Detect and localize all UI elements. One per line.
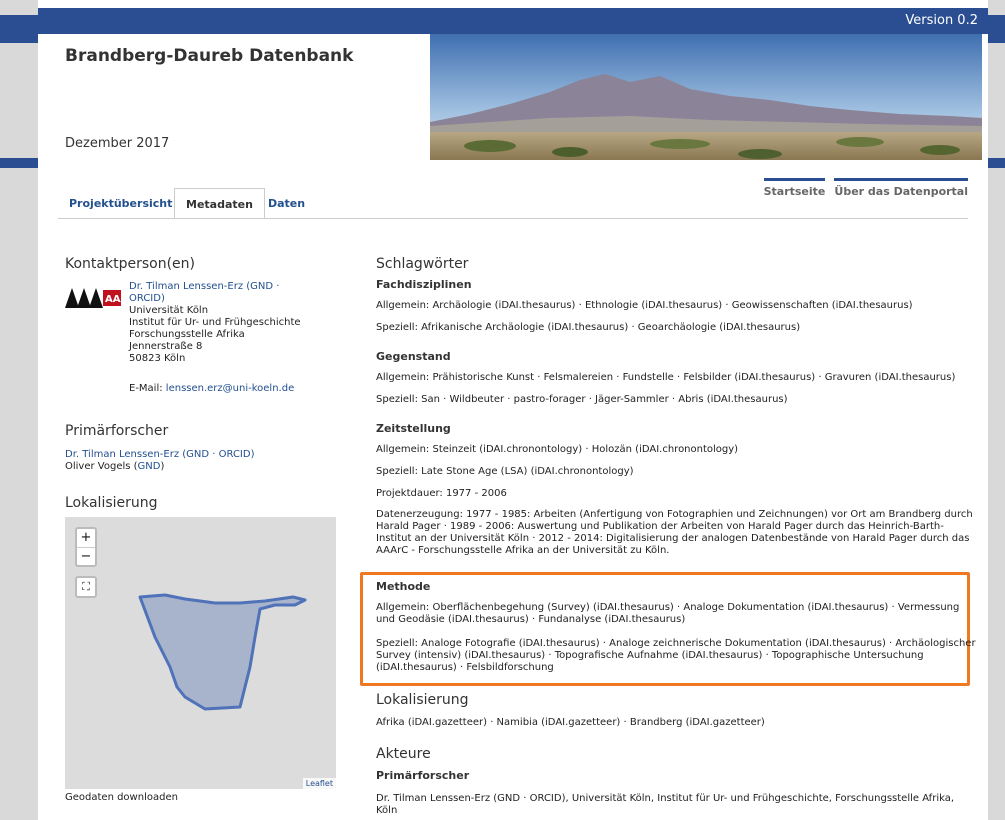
erz-line3: Institut an der Universität Köln · 2012 … — [376, 533, 970, 544]
nav-ueber-datenportal[interactable]: Über das Datenportal — [834, 178, 968, 198]
kontakt-heading: Kontaktperson(en) — [65, 256, 195, 272]
akteure-text: Dr. Tilman Lenssen-Erz (GND · ORCID), Un… — [376, 793, 954, 817]
geodaten-download-link[interactable]: Geodaten downloaden — [65, 792, 178, 804]
meth-allg-line1: Oberflächenbegehung (Survey) (iDAI.thesa… — [432, 602, 960, 613]
kontakt-address: Dr. Tilman Lenssen-Erz (GND · ORCID) Uni… — [129, 281, 301, 365]
gegen-allgemein: Allgemein: Prähistorische Kunst · Felsma… — [376, 372, 955, 384]
lokal-right-text: Afrika (iDAI.gazetteer) · Namibia (iDAI.… — [376, 717, 765, 728]
site-header: Version 0.2 Brandberg-Daureb Datenbank D… — [38, 8, 988, 160]
fach-heading: Fachdisziplinen — [376, 278, 472, 291]
meth-spez-label: Speziell: — [376, 638, 422, 649]
erz-line2: Harald Pager · 1989 - 2006: Auswertung u… — [376, 521, 944, 532]
zoom-in-button[interactable]: + — [77, 529, 95, 547]
kontakt-name-link[interactable]: Dr. Tilman Lenssen-Erz (GND · — [129, 281, 301, 293]
fach-spez-label: Speziell: — [376, 322, 422, 333]
namibia-polygon — [138, 593, 307, 711]
gegen-allg-value: Prähistorische Kunst · Felsmalereien · F… — [432, 372, 956, 383]
kontakt-org1: Universität Köln — [129, 305, 209, 316]
header-bar: Version 0.2 — [38, 8, 988, 34]
primaer-line2-end: ) — [160, 461, 165, 472]
tab-divider — [58, 218, 968, 219]
zeit-spez-label: Speziell: — [376, 466, 422, 477]
gegen-speziell: Speziell: San · Wildbeuter · pastro-fora… — [376, 394, 788, 406]
kontakt-email-line: E-Mail: lenssen.erz@uni-koeln.de — [129, 383, 294, 395]
meth-spez-line1: Analoge Fotografie (iDAI.thesaurus) · An… — [421, 638, 976, 649]
fullscreen-icon[interactable]: ⛶ — [75, 576, 97, 598]
zeit-allg-label: Allgemein: — [376, 444, 433, 455]
version-label: Version 0.2 — [905, 13, 978, 28]
email-link[interactable]: lenssen.erz@uni-koeln.de — [166, 383, 294, 394]
meth-spez-line3: (iDAI.thesaurus) · Felsbildforschung — [376, 662, 554, 673]
page-container: Version 0.2 Brandberg-Daureb Datenbank D… — [38, 0, 988, 820]
zeit-allg-value: Steinzeit (iDAI.chronontology) · Holozän… — [432, 444, 739, 455]
gegen-spez-label: Speziell: — [376, 394, 422, 405]
meth-allg-label: Allgemein: — [376, 602, 433, 613]
tab-daten[interactable]: Daten — [257, 188, 316, 219]
site-date: Dezember 2017 — [65, 136, 170, 151]
projektdauer: Projektdauer: 1977 - 2006 — [376, 488, 507, 499]
lokal-right-heading: Lokalisierung — [376, 692, 469, 708]
top-nav: Startseite Über das Datenportal — [755, 178, 968, 198]
zeit-spez-value: Late Stone Age (LSA) (iDAI.chronontology… — [421, 466, 634, 477]
lokal-left-heading: Lokalisierung — [65, 495, 158, 511]
kontakt-orcid-link[interactable]: ORCID) — [129, 293, 301, 305]
aaarc-logo: AAArC — [65, 286, 141, 308]
kontakt-org3: Forschungsstelle Afrika — [129, 329, 245, 340]
primaer-list: Dr. Tilman Lenssen-Erz (GND · ORCID) Oli… — [65, 449, 254, 473]
gegen-spez-value: San · Wildbeuter · pastro-forager · Jäge… — [421, 394, 788, 405]
site-title: Brandberg-Daureb Datenbank — [65, 46, 354, 66]
fach-speziell: Speziell: Afrikanische Archäologie (iDAI… — [376, 322, 800, 334]
gegen-allg-label: Allgemein: — [376, 372, 433, 383]
gegen-heading: Gegenstand — [376, 350, 451, 363]
kontakt-street: Jennerstraße 8 — [129, 341, 203, 352]
erz-line4: AAArC - Forschungsstelle Afrika an der U… — [376, 545, 670, 556]
tab-projektuebersicht[interactable]: Projektübersicht — [58, 188, 183, 219]
leaflet-attribution[interactable]: Leaflet — [302, 778, 336, 789]
akteure-primaer-heading: Primärforscher — [376, 769, 470, 782]
fach-allgemein: Allgemein: Archäologie (iDAI.thesaurus) … — [376, 300, 913, 312]
gnd-link[interactable]: GND — [138, 461, 161, 472]
erz-line1: Datenerzeugung: 1977 - 1985: Arbeiten (A… — [376, 509, 973, 520]
zeit-speziell: Speziell: Late Stone Age (LSA) (iDAI.chr… — [376, 466, 634, 478]
primaer-line2-name: Oliver Vogels ( — [65, 461, 138, 472]
methode-speziell: Speziell: Analoge Fotografie (iDAI.thesa… — [376, 638, 976, 674]
schlag-heading: Schlagwörter — [376, 256, 469, 272]
datenerzeugung: Datenerzeugung: 1977 - 1985: Arbeiten (A… — [376, 509, 973, 557]
zoom-control: + − — [75, 527, 97, 567]
kontakt-org2: Institut für Ur- und Frühgeschichte — [129, 317, 301, 328]
email-label: E-Mail: — [129, 383, 166, 394]
akteure-line2: Köln — [376, 805, 398, 816]
meth-spez-line2: Survey (intensiv) (iDAI.thesaurus) · Top… — [376, 650, 924, 661]
zoom-out-button[interactable]: − — [77, 547, 95, 565]
akteure-line1: Dr. Tilman Lenssen-Erz (GND · ORCID), Un… — [376, 793, 955, 804]
tab-metadaten[interactable]: Metadaten — [174, 188, 265, 219]
akteure-heading: Akteure — [376, 746, 431, 762]
methode-heading: Methode — [376, 580, 431, 593]
methode-allgemein: Allgemein: Oberflächenbegehung (Survey) … — [376, 602, 959, 626]
zeit-heading: Zeitstellung — [376, 422, 451, 435]
fach-spez-value: Afrikanische Archäologie (iDAI.thesaurus… — [421, 322, 801, 333]
primaer-heading: Primärforscher — [65, 423, 169, 439]
meth-allg-line2: und Geodäsie (iDAI.thesaurus) · Fundanal… — [376, 614, 686, 625]
map-view[interactable]: + − ⛶ Leaflet — [65, 517, 336, 789]
nav-startseite[interactable]: Startseite — [763, 178, 826, 198]
landscape-banner-image — [430, 34, 982, 160]
primaer-line1[interactable]: Dr. Tilman Lenssen-Erz (GND · ORCID) — [65, 449, 254, 461]
fach-allg-label: Allgemein: — [376, 300, 433, 311]
fach-allg-value: Archäologie (iDAI.thesaurus) · Ethnologi… — [432, 300, 913, 311]
zeit-allgemein: Allgemein: Steinzeit (iDAI.chronontology… — [376, 444, 738, 456]
svg-text:AAArC: AAArC — [105, 294, 123, 305]
primaer-line2: Oliver Vogels (GND) — [65, 461, 254, 473]
kontakt-city: 50823 Köln — [129, 353, 186, 364]
